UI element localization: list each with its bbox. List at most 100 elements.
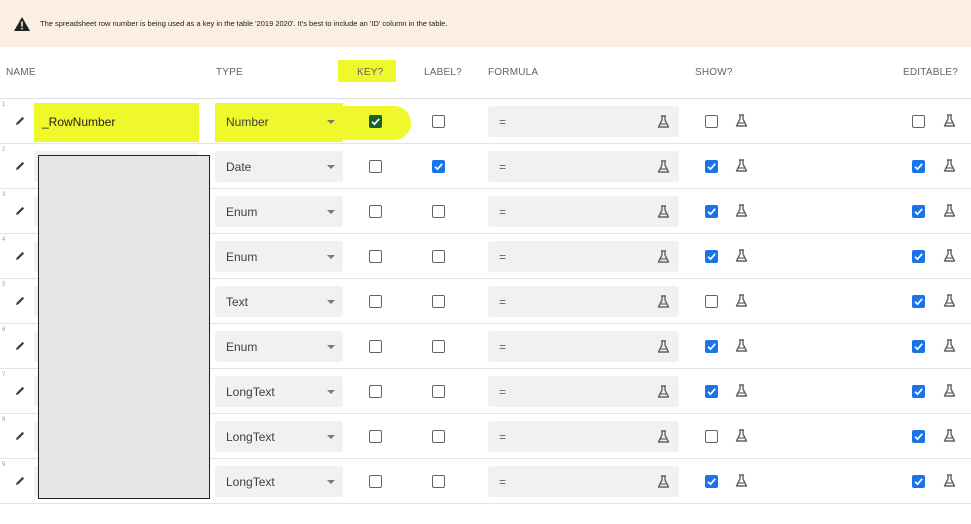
- editable-checkbox[interactable]: [912, 250, 925, 263]
- show-checkbox[interactable]: [705, 115, 718, 128]
- key-checkbox[interactable]: [369, 340, 382, 353]
- type-select[interactable]: Text: [215, 286, 343, 317]
- label-checkbox[interactable]: [432, 295, 445, 308]
- key-checkbox[interactable]: [369, 385, 382, 398]
- flask-icon[interactable]: [656, 474, 670, 488]
- warning-triangle-icon: [14, 16, 30, 31]
- editable-flask-icon[interactable]: [942, 203, 957, 218]
- edit-pencil-icon[interactable]: [14, 204, 26, 216]
- type-select[interactable]: Enum: [215, 241, 343, 272]
- edit-pencil-icon[interactable]: [14, 429, 26, 441]
- label-checkbox[interactable]: [432, 250, 445, 263]
- formula-field[interactable]: =: [488, 241, 679, 272]
- show-checkbox[interactable]: [705, 475, 718, 488]
- formula-field[interactable]: =: [488, 286, 679, 317]
- key-checkbox[interactable]: [369, 295, 382, 308]
- type-select[interactable]: LongText: [215, 466, 343, 497]
- show-flask-icon[interactable]: [734, 338, 749, 353]
- label-checkbox[interactable]: [432, 160, 445, 173]
- show-checkbox[interactable]: [705, 160, 718, 173]
- formula-field[interactable]: =: [488, 376, 679, 407]
- formula-field[interactable]: =: [488, 196, 679, 227]
- column-name-field[interactable]: _RowNumber: [34, 106, 199, 137]
- show-checkbox[interactable]: [705, 340, 718, 353]
- label-checkbox[interactable]: [432, 205, 445, 218]
- show-flask-icon[interactable]: [734, 293, 749, 308]
- label-checkbox[interactable]: [432, 340, 445, 353]
- type-value: Date: [226, 160, 252, 174]
- type-select[interactable]: Enum: [215, 196, 343, 227]
- formula-field[interactable]: =: [488, 151, 679, 182]
- editable-checkbox[interactable]: [912, 205, 925, 218]
- formula-field[interactable]: =: [488, 106, 679, 137]
- show-checkbox[interactable]: [705, 250, 718, 263]
- flask-icon[interactable]: [656, 204, 670, 218]
- key-checkbox[interactable]: [369, 160, 382, 173]
- row-number: 3: [2, 192, 6, 198]
- type-select[interactable]: Number: [215, 106, 343, 137]
- show-flask-icon[interactable]: [734, 113, 749, 128]
- label-checkbox[interactable]: [432, 475, 445, 488]
- edit-pencil-icon[interactable]: [14, 114, 26, 126]
- editable-flask-icon[interactable]: [942, 473, 957, 488]
- label-checkbox[interactable]: [432, 115, 445, 128]
- type-select[interactable]: LongText: [215, 421, 343, 452]
- label-checkbox[interactable]: [432, 430, 445, 443]
- label-checkbox[interactable]: [432, 385, 445, 398]
- show-checkbox[interactable]: [705, 295, 718, 308]
- show-checkbox[interactable]: [705, 205, 718, 218]
- edit-pencil-icon[interactable]: [14, 384, 26, 396]
- chevron-down-icon: [327, 165, 335, 169]
- editable-checkbox[interactable]: [912, 340, 925, 353]
- edit-pencil-icon[interactable]: [14, 474, 26, 486]
- editable-flask-icon[interactable]: [942, 158, 957, 173]
- key-checkbox[interactable]: [369, 430, 382, 443]
- editable-checkbox[interactable]: [912, 475, 925, 488]
- show-checkbox[interactable]: [705, 385, 718, 398]
- row-number: 8: [2, 417, 6, 423]
- key-checkbox[interactable]: [369, 115, 382, 128]
- show-flask-icon[interactable]: [734, 428, 749, 443]
- type-select[interactable]: Enum: [215, 331, 343, 362]
- key-checkbox[interactable]: [369, 205, 382, 218]
- editable-checkbox[interactable]: [912, 160, 925, 173]
- editable-flask-icon[interactable]: [942, 383, 957, 398]
- edit-pencil-icon[interactable]: [14, 339, 26, 351]
- type-select[interactable]: Date: [215, 151, 343, 182]
- key-checkbox[interactable]: [369, 250, 382, 263]
- flask-icon[interactable]: [656, 384, 670, 398]
- chevron-down-icon: [327, 390, 335, 394]
- flask-icon[interactable]: [656, 339, 670, 353]
- show-flask-icon[interactable]: [734, 473, 749, 488]
- show-checkbox[interactable]: [705, 430, 718, 443]
- flask-icon[interactable]: [656, 114, 670, 128]
- editable-flask-icon[interactable]: [942, 293, 957, 308]
- editable-flask-icon[interactable]: [942, 248, 957, 263]
- show-flask-icon[interactable]: [734, 248, 749, 263]
- flask-icon[interactable]: [656, 249, 670, 263]
- column-header-row: NAME TYPE KEY? LABEL? FORMULA SHOW? EDIT…: [0, 47, 971, 99]
- edit-pencil-icon[interactable]: [14, 249, 26, 261]
- type-select[interactable]: LongText: [215, 376, 343, 407]
- formula-text: =: [499, 385, 507, 399]
- formula-field[interactable]: =: [488, 421, 679, 452]
- show-flask-icon[interactable]: [734, 158, 749, 173]
- editable-checkbox[interactable]: [912, 385, 925, 398]
- flask-icon[interactable]: [656, 429, 670, 443]
- show-flask-icon[interactable]: [734, 383, 749, 398]
- flask-icon[interactable]: [656, 159, 670, 173]
- formula-field[interactable]: =: [488, 466, 679, 497]
- show-flask-icon[interactable]: [734, 203, 749, 218]
- editable-checkbox[interactable]: [912, 430, 925, 443]
- editable-checkbox[interactable]: [912, 115, 925, 128]
- flask-icon[interactable]: [656, 294, 670, 308]
- editable-checkbox[interactable]: [912, 295, 925, 308]
- edit-pencil-icon[interactable]: [14, 159, 26, 171]
- key-checkbox[interactable]: [369, 475, 382, 488]
- editable-flask-icon[interactable]: [942, 428, 957, 443]
- editable-flask-icon[interactable]: [942, 338, 957, 353]
- formula-field[interactable]: =: [488, 331, 679, 362]
- type-value: LongText: [226, 385, 275, 399]
- edit-pencil-icon[interactable]: [14, 294, 26, 306]
- editable-flask-icon[interactable]: [942, 113, 957, 128]
